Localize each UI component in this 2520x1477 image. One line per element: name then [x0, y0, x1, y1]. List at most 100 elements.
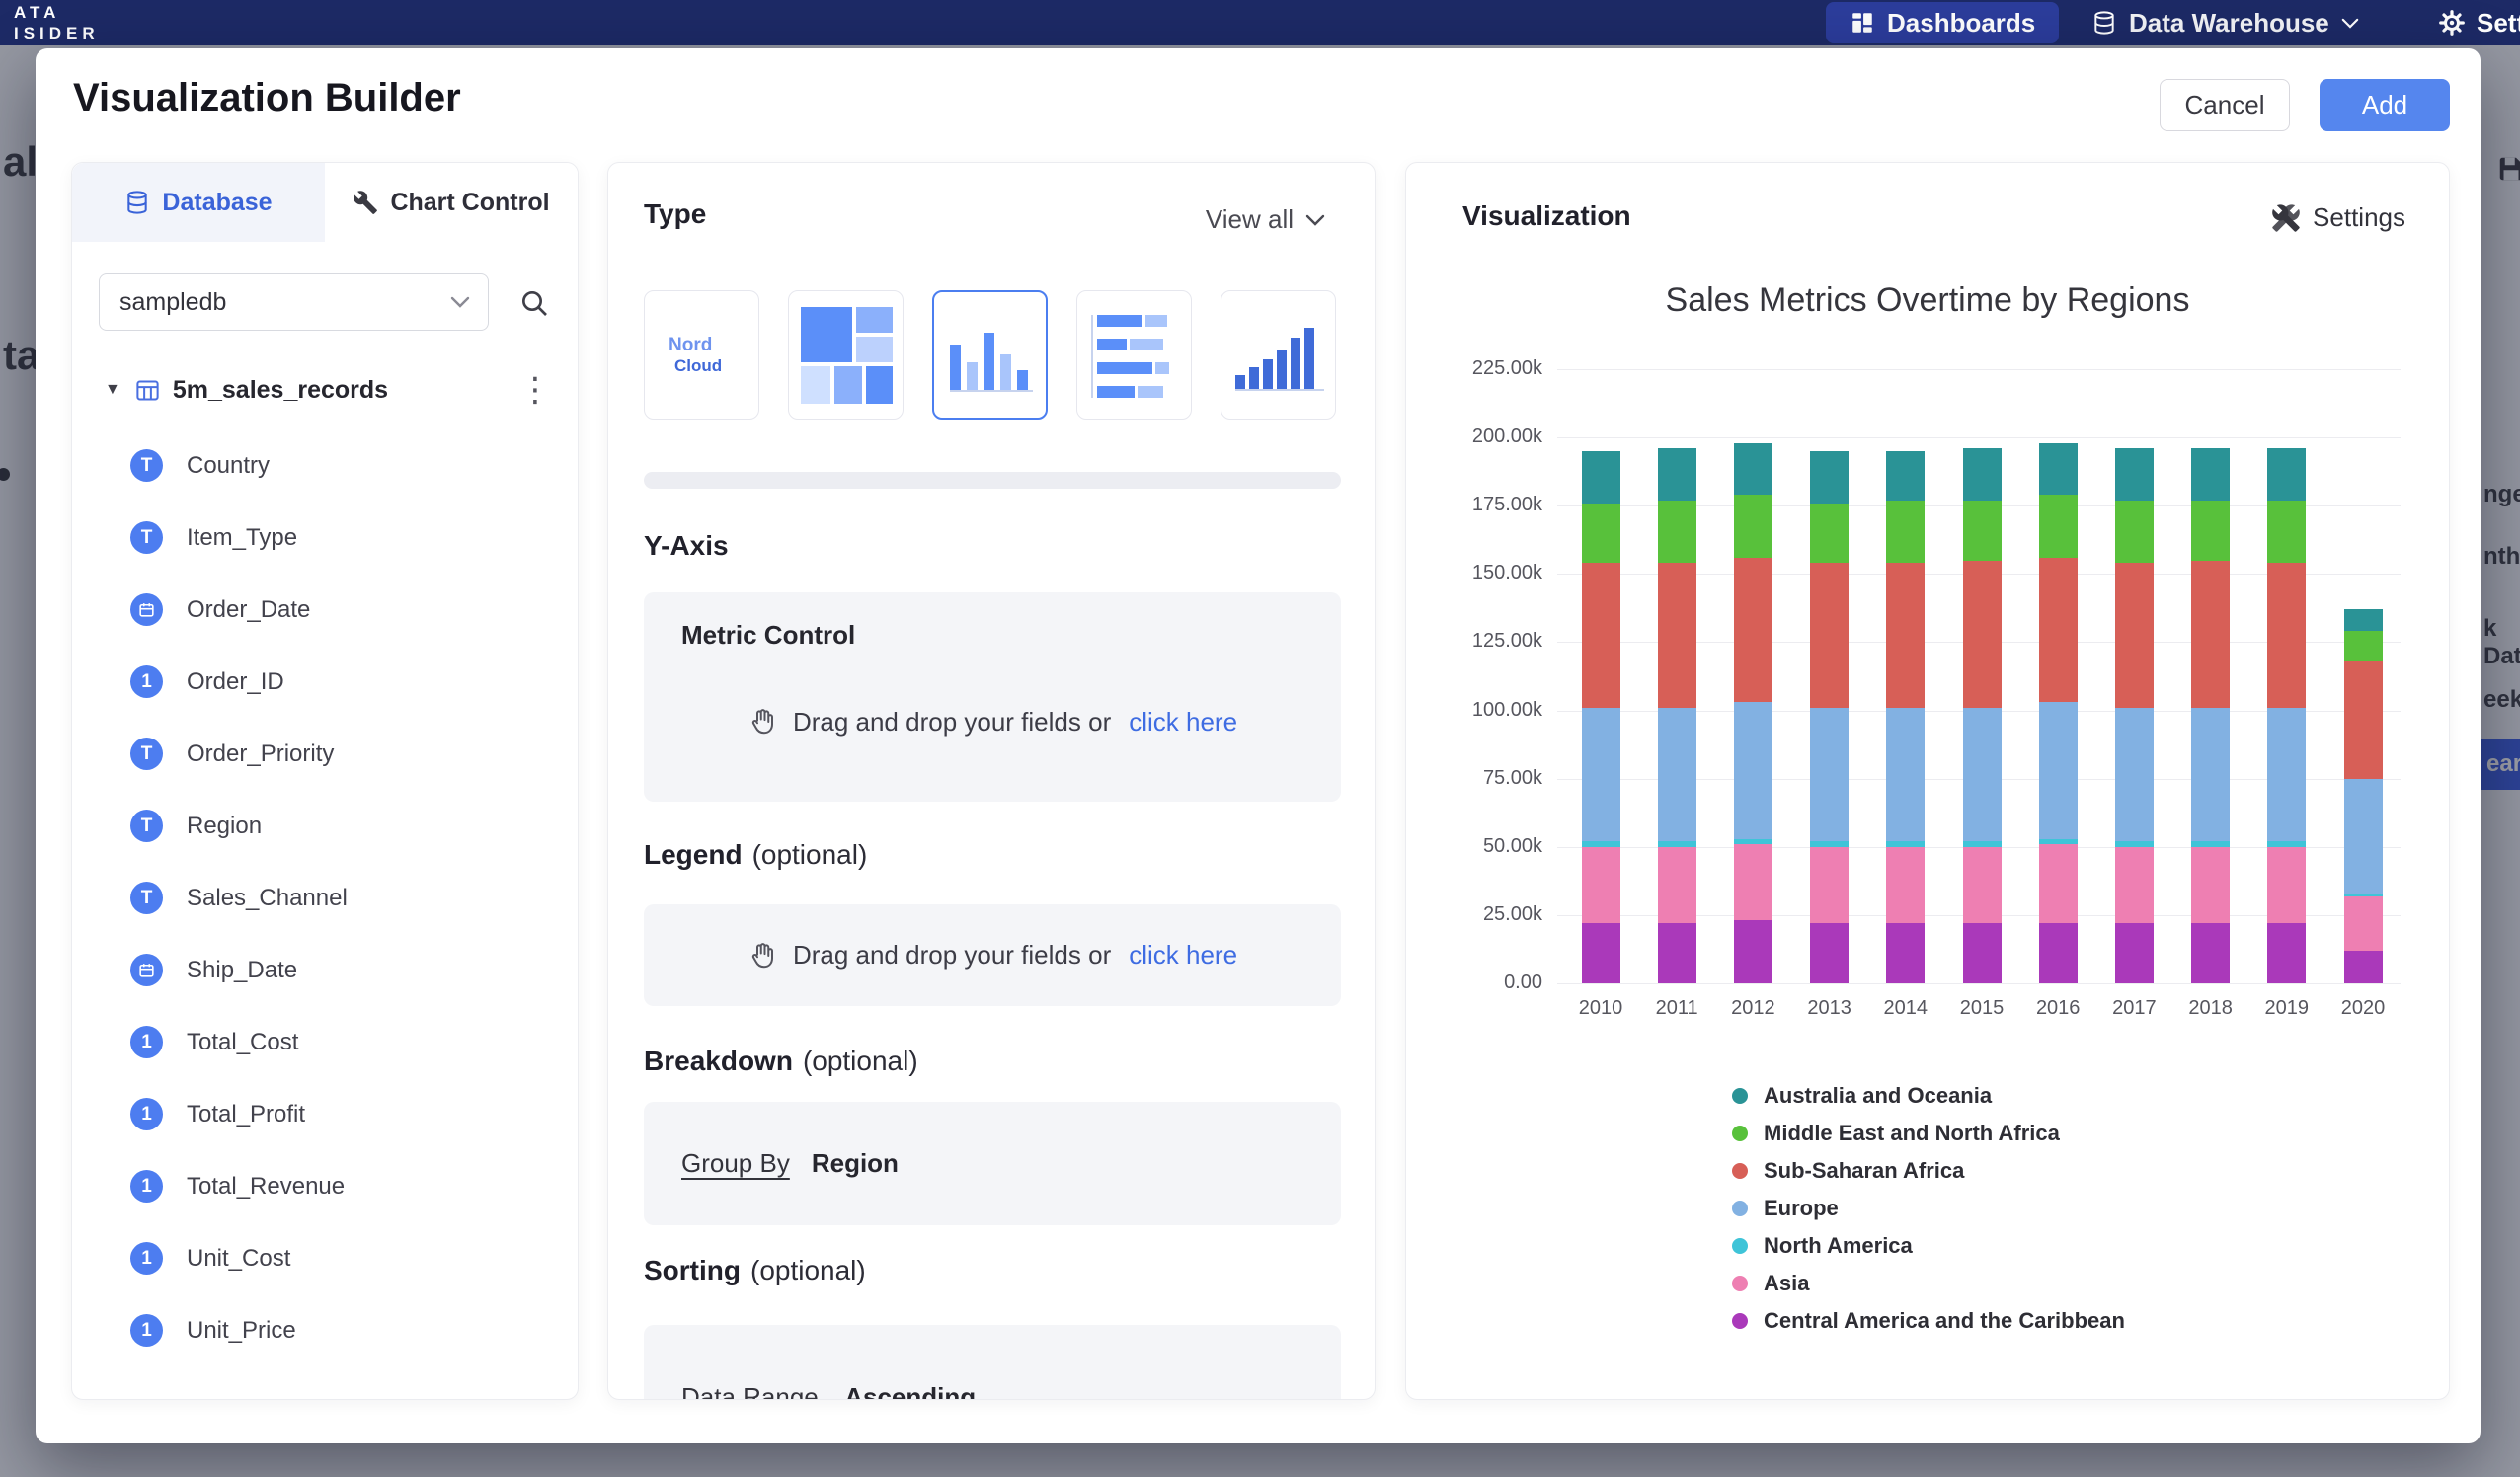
bar-segment [2039, 702, 2078, 838]
stacked-bar-2011[interactable] [1658, 448, 1696, 983]
viz-settings-button[interactable]: Settings [2271, 202, 2405, 233]
sorting-order-value: Ascending [844, 1382, 976, 1400]
bar-segment [1734, 702, 1772, 838]
chart-type-histogram[interactable] [1221, 290, 1336, 420]
field-item-sales_channel[interactable]: TSales_Channel [72, 862, 579, 934]
cancel-button[interactable]: Cancel [2160, 79, 2290, 131]
field-item-order_priority[interactable]: TOrder_Priority [72, 718, 579, 790]
click-here-link[interactable]: click here [1129, 707, 1237, 738]
bar-segment [2191, 448, 2230, 501]
chart-type-stacked-bar[interactable] [1076, 290, 1192, 420]
chevron-down-icon [1305, 214, 1325, 226]
breakdown-section-heading: Breakdown(optional) [644, 1046, 918, 1077]
visualization-builder-modal: Visualization Builder Cancel Add Databas… [36, 48, 2481, 1443]
field-label: Total_Cost [187, 1029, 298, 1056]
text-field-icon: T [130, 449, 163, 482]
stacked-bar-2016[interactable] [2039, 443, 2078, 983]
nav-settings-button[interactable]: Settings [2437, 2, 2520, 43]
group-by-link[interactable]: Group By [681, 1148, 790, 1179]
field-item-unit_cost[interactable]: 1Unit_Cost [72, 1222, 579, 1294]
breakdown-dropzone[interactable]: Group By Region [644, 1102, 1341, 1225]
field-item-region[interactable]: TRegion [72, 790, 579, 862]
modal-title: Visualization Builder [73, 76, 461, 120]
metric-control-dropzone[interactable]: Metric Control Drag and drop your fields… [644, 592, 1341, 802]
caret-down-icon[interactable]: ▼ [105, 381, 120, 399]
click-here-link[interactable]: click here [1129, 940, 1237, 971]
field-item-unit_price[interactable]: 1Unit_Price [72, 1294, 579, 1366]
chart-type-column[interactable] [932, 290, 1048, 420]
bar-segment [2191, 501, 2230, 561]
stacked-bar-2020[interactable] [2344, 609, 2383, 983]
sorting-field-link[interactable]: Data Range [681, 1382, 819, 1400]
field-item-item_type[interactable]: TItem_Type [72, 502, 579, 574]
legend-item[interactable]: North America [1732, 1227, 2125, 1265]
datasource-select[interactable]: sampledb [99, 273, 489, 331]
stacked-bar-2014[interactable] [1886, 451, 1925, 983]
legend-dropzone[interactable]: Drag and drop your fields or click here [644, 904, 1341, 1006]
field-item-ship_date[interactable]: Ship_Date [72, 934, 579, 1006]
legend-item[interactable]: Sub-Saharan Africa [1732, 1152, 2125, 1190]
field-item-total_cost[interactable]: 1Total_Cost [72, 1006, 579, 1078]
stacked-bar-chart-icon [1091, 315, 1184, 398]
stacked-bar-2017[interactable] [2115, 448, 2154, 983]
legend-item[interactable]: Central America and the Caribbean [1732, 1302, 2125, 1340]
bar-segment [2115, 501, 2154, 564]
nav-settings-label: Settings [2477, 8, 2520, 39]
nav-data-warehouse-button[interactable]: Data Warehouse [2082, 2, 2369, 43]
kebab-menu-icon[interactable]: ⋮ [518, 373, 552, 407]
x-tick-label: 2014 [1866, 997, 1945, 1020]
bar-segment [2115, 563, 2154, 708]
stacked-bar-2015[interactable] [1963, 448, 2002, 983]
table-tree-node[interactable]: ▼ 5m_sales_records ⋮ [72, 368, 579, 412]
type-section-heading: Type [644, 198, 706, 230]
legend-item[interactable]: Australia and Oceania [1732, 1077, 2125, 1115]
bar-segment [1658, 847, 1696, 923]
stacked-bar-2012[interactable] [1734, 443, 1772, 983]
view-all-button[interactable]: View all [1206, 204, 1325, 235]
sorting-dropzone[interactable]: Data Range Ascending [644, 1325, 1341, 1400]
x-tick-label: 2019 [2247, 997, 2326, 1020]
horizontal-scrollbar[interactable] [644, 472, 1341, 489]
legend-item[interactable]: Europe [1732, 1190, 2125, 1227]
bar-segment [1810, 708, 1849, 841]
search-icon[interactable] [518, 287, 550, 319]
nav-dashboards-button[interactable]: Dashboards [1826, 2, 2059, 43]
legend-dot [1732, 1276, 1748, 1291]
field-label: Order_Date [187, 596, 310, 624]
bar-segment [2267, 847, 2306, 923]
chart-type-treemap[interactable] [788, 290, 904, 420]
field-item-order_date[interactable]: Order_Date [72, 574, 579, 646]
legend-item[interactable]: Middle East and North Africa [1732, 1115, 2125, 1152]
stacked-bar-2010[interactable] [1582, 451, 1620, 983]
stacked-bar-2018[interactable] [2191, 448, 2230, 983]
legend-dot [1732, 1313, 1748, 1329]
bar-segment [1582, 708, 1620, 841]
y-tick-label: 0.00 [1406, 972, 1542, 994]
chart-type-word-cloud[interactable]: Nord Cloud [644, 290, 759, 420]
stacked-bar-2019[interactable] [2267, 448, 2306, 983]
field-item-order_id[interactable]: 1Order_ID [72, 646, 579, 718]
field-label: Unit_Cost [187, 1245, 290, 1273]
add-button[interactable]: Add [2320, 79, 2450, 131]
legend-section-heading: Legend(optional) [644, 839, 867, 871]
legend-label: Europe [1764, 1196, 1839, 1221]
y-tick-label: 225.00k [1406, 357, 1542, 380]
y-tick-label: 150.00k [1406, 562, 1542, 584]
bar-segment [2344, 609, 2383, 631]
bar-segment [1963, 847, 2002, 923]
legend-item[interactable]: Asia [1732, 1265, 2125, 1302]
bar-segment [1582, 504, 1620, 564]
bar-segment [1734, 844, 1772, 920]
text-field-icon: T [130, 738, 163, 770]
field-item-country[interactable]: TCountry [72, 429, 579, 502]
date-field-icon [130, 593, 163, 626]
field-item-total_profit[interactable]: 1Total_Profit [72, 1078, 579, 1150]
tab-chart-control[interactable]: Chart Control [325, 163, 578, 242]
field-list: TCountryTItem_Type Order_Date 1Order_IDTOr… [72, 429, 579, 1366]
field-item-total_revenue[interactable]: 1Total_Revenue [72, 1150, 579, 1222]
bar-segment [1658, 923, 1696, 983]
legend-heading-label: Legend [644, 839, 743, 870]
tab-database[interactable]: Database [72, 163, 325, 242]
bar-segment [2115, 708, 2154, 841]
stacked-bar-2013[interactable] [1810, 451, 1849, 983]
